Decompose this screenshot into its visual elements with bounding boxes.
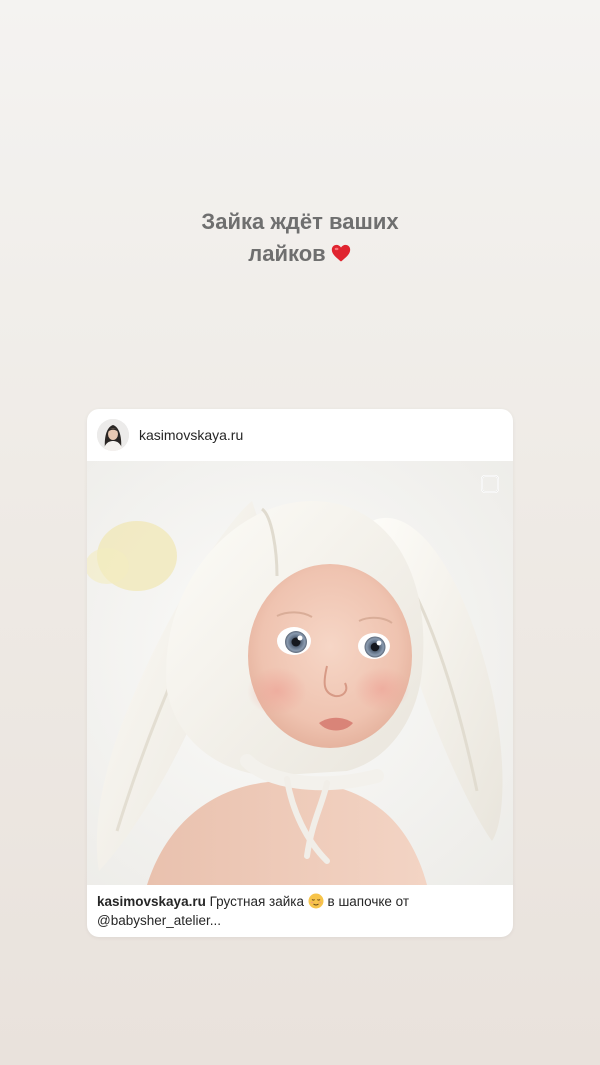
story-caption-line2-wrap: лайков bbox=[0, 238, 600, 270]
multi-image-icon bbox=[481, 475, 499, 493]
caption-text-part2: в шапочке от bbox=[327, 894, 410, 909]
story-caption-line1: Зайка ждёт ваших bbox=[201, 209, 399, 234]
caption-line2[interactable]: @babysher_atelier... bbox=[97, 913, 221, 928]
post-header: kasimovskaya.ru bbox=[87, 409, 513, 461]
avatar-image bbox=[97, 419, 129, 451]
caption-text-part1: Грустная зайка bbox=[209, 894, 305, 909]
heart-icon bbox=[331, 244, 350, 262]
instagram-post-card[interactable]: kasimovskaya.ru kasimovskaya.ru Грустная… bbox=[87, 409, 513, 937]
post-username[interactable]: kasimovskaya.ru bbox=[139, 427, 243, 443]
relieved-face-icon bbox=[308, 893, 324, 909]
caption-username[interactable]: kasimovskaya.ru bbox=[97, 894, 206, 909]
post-caption: kasimovskaya.ru Грустная зайка в шапочке… bbox=[97, 892, 503, 930]
post-photo[interactable] bbox=[87, 461, 513, 885]
baby-photo bbox=[87, 461, 513, 885]
story-caption-line2: лайков bbox=[248, 241, 326, 266]
avatar[interactable] bbox=[97, 419, 129, 451]
story-caption: Зайка ждёт ваших лайков bbox=[0, 206, 600, 270]
